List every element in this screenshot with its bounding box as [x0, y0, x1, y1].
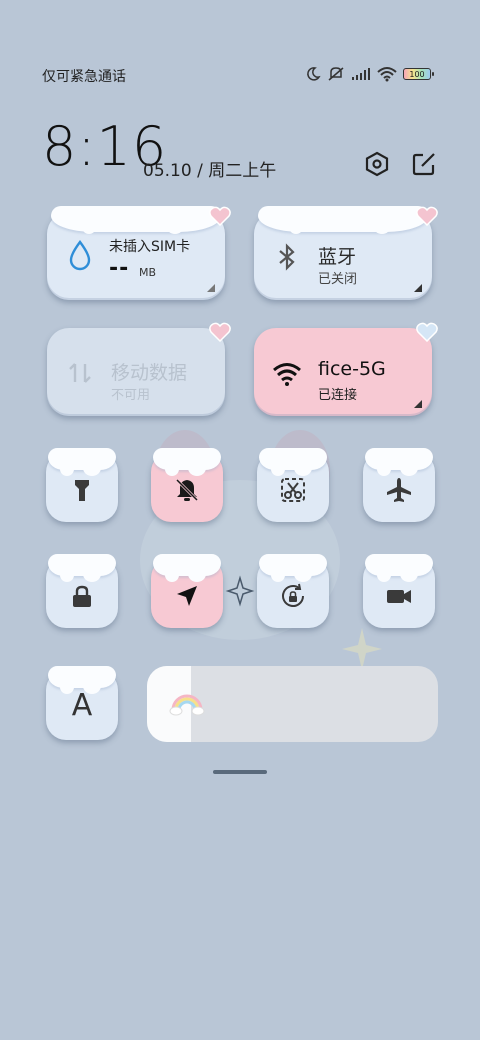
snow-cap-decoration: [48, 554, 116, 582]
snow-cap-decoration: [51, 206, 221, 234]
wifi-icon: [377, 67, 397, 82]
airplane-icon: [387, 478, 411, 502]
brightness-slider[interactable]: [147, 666, 438, 742]
lock-screen-button[interactable]: [46, 554, 118, 628]
snow-cap-decoration: [259, 448, 327, 476]
carrier-status-text: 仅可紧急通话: [42, 69, 126, 85]
video-camera-icon: [387, 590, 411, 603]
status-icons: 100: [305, 66, 434, 82]
expand-corner-icon: [414, 400, 422, 408]
snow-cap-decoration: [258, 206, 428, 234]
flashlight-button[interactable]: [46, 448, 118, 522]
mute-button[interactable]: [151, 448, 223, 522]
water-drop-icon: [69, 239, 91, 271]
data-arrows-icon: [69, 363, 91, 383]
snow-cap-decoration: [365, 554, 433, 582]
edit-icon[interactable]: [410, 150, 438, 178]
expand-corner-icon: [207, 284, 215, 292]
moon-icon: [307, 67, 321, 81]
screenshot-button[interactable]: [257, 448, 329, 522]
rotation-lock-icon: [282, 583, 304, 607]
snow-cap-decoration: [153, 554, 221, 582]
signal-icon: [352, 68, 370, 80]
snow-cap-decoration: [259, 554, 327, 582]
battery-icon: 100: [403, 68, 434, 80]
sim-data-value: --: [109, 256, 130, 281]
rotation-lock-button[interactable]: [257, 554, 329, 628]
location-button[interactable]: [151, 554, 223, 628]
heart-icon: [416, 206, 438, 226]
font-size-button[interactable]: A: [46, 666, 118, 740]
scissors-icon: [281, 478, 305, 502]
bluetooth-icon: [279, 243, 295, 271]
mobile-data-tile[interactable]: 移动数据 不可用: [47, 322, 231, 416]
heart-icon: [209, 206, 231, 226]
heart-icon: [416, 322, 438, 342]
wifi-tile[interactable]: fice-5G 已连接: [254, 322, 438, 416]
sim-tile-title: 未插入SIM卡: [109, 239, 191, 255]
heart-icon: [209, 322, 231, 342]
hexagon-settings-icon[interactable]: [363, 150, 391, 178]
snow-cap-decoration: [48, 448, 116, 476]
mobile-data-title: 移动数据: [111, 362, 188, 384]
snow-cap-decoration: [153, 448, 221, 476]
sim-data-unit: MB: [139, 266, 157, 279]
wifi-network-name: fice-5G: [318, 358, 386, 380]
snow-cap-decoration: [365, 448, 433, 476]
bluetooth-status: 已关闭: [318, 272, 358, 287]
wifi-icon: [273, 363, 301, 386]
mobile-data-status: 不可用: [111, 388, 151, 403]
expand-corner-icon: [414, 284, 422, 292]
screen-record-button[interactable]: [363, 554, 435, 628]
bell-off-icon: [175, 478, 199, 502]
wifi-status: 已连接: [318, 388, 358, 403]
location-arrow-icon: [177, 586, 197, 606]
rainbow-icon: [169, 694, 205, 716]
airplane-mode-button[interactable]: [363, 448, 435, 522]
lock-icon: [73, 585, 91, 607]
date-text: 05.10 / 周二上午: [143, 161, 277, 181]
flashlight-icon: [75, 480, 89, 501]
sim-data-tile[interactable]: 未插入SIM卡 -- MB: [47, 206, 231, 300]
bluetooth-title: 蓝牙: [318, 246, 357, 268]
font-size-label: A: [71, 688, 93, 723]
home-indicator-bar[interactable]: [213, 770, 267, 774]
snow-cap-decoration: [48, 666, 116, 694]
bluetooth-tile[interactable]: 蓝牙 已关闭: [254, 206, 438, 300]
mute-vibrate-icon: [328, 67, 344, 81]
